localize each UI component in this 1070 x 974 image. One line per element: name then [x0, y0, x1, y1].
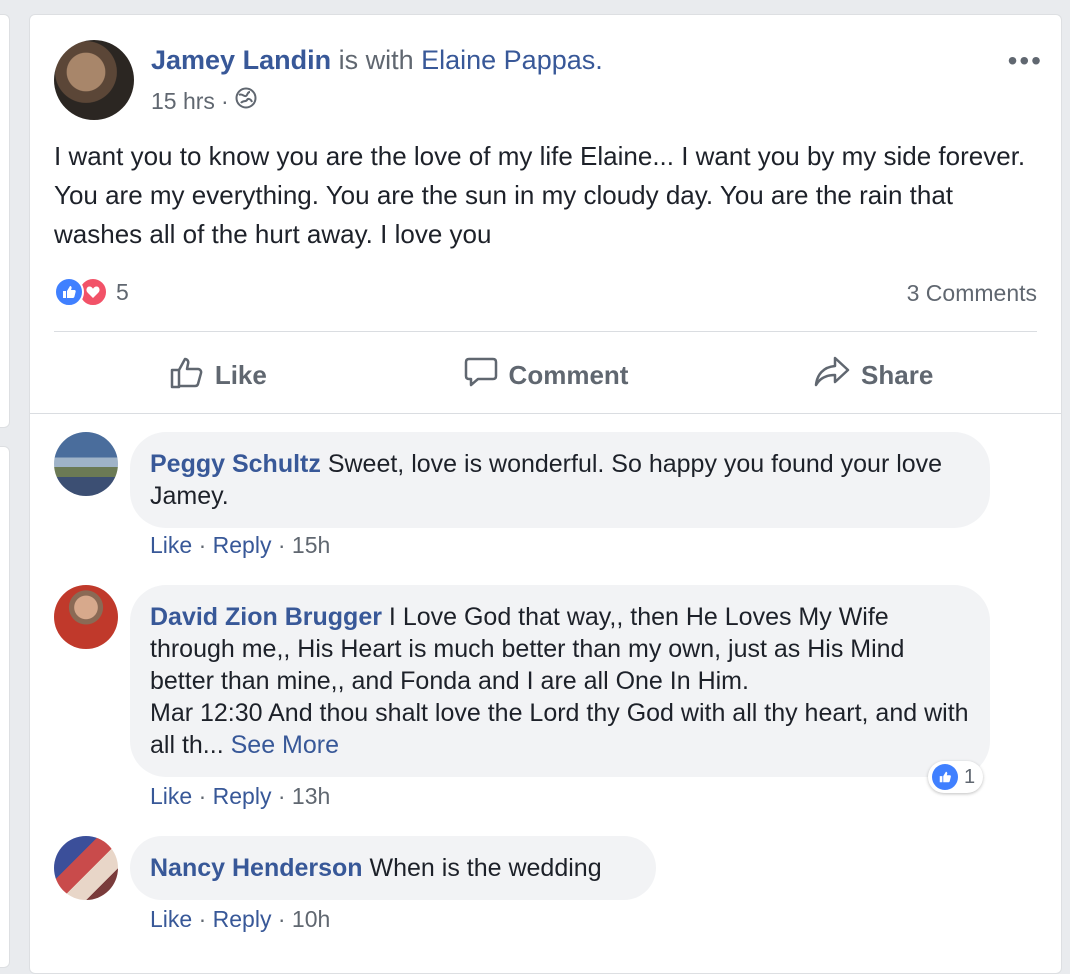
- sep-dot: ·: [198, 906, 207, 932]
- globe-icon[interactable]: [235, 87, 257, 115]
- author-avatar[interactable]: [54, 40, 134, 120]
- comment-like-link[interactable]: Like: [150, 906, 192, 932]
- post-header: Jamey Landin is with Elaine Pappas.: [151, 45, 603, 76]
- comment-bubble-icon: [463, 354, 499, 397]
- more-options-button[interactable]: •••: [1008, 45, 1043, 77]
- comment-button[interactable]: Comment: [382, 345, 710, 405]
- comment-reaction-badge[interactable]: 1: [928, 761, 984, 793]
- comment-reply-link[interactable]: Reply: [213, 906, 272, 932]
- post-card: Jamey Landin is with Elaine Pappas. 15 h…: [29, 14, 1062, 974]
- comment-actions: Like · Reply · 15h: [150, 532, 330, 559]
- reaction-count: 5: [116, 278, 129, 305]
- comment-time[interactable]: 15h: [292, 532, 330, 558]
- comment-reaction-count: 1: [964, 765, 976, 788]
- thumbs-up-icon: [169, 354, 205, 397]
- comment-reply-link[interactable]: Reply: [213, 532, 272, 558]
- comment-reply-link[interactable]: Reply: [213, 783, 272, 809]
- comment-item: David Zion Brugger I Love God that way,,…: [54, 585, 1034, 815]
- reactions-summary[interactable]: 5: [54, 277, 129, 307]
- comment-actions: Like · Reply · 10h: [150, 906, 330, 933]
- adjacent-card-edge: [0, 14, 10, 428]
- commenter-avatar[interactable]: [54, 585, 118, 649]
- comment-like-link[interactable]: Like: [150, 783, 192, 809]
- sep-dot: ·: [277, 783, 286, 809]
- adjacent-card-edge-lower: [0, 446, 10, 968]
- sep-dot: ·: [198, 783, 207, 809]
- comment-text: When is the wedding: [369, 854, 602, 882]
- commenter-name[interactable]: Nancy Henderson: [150, 854, 363, 882]
- divider: [30, 413, 1061, 414]
- post-actions: Like Comment Share: [54, 345, 1037, 405]
- comment-actions: Like · Reply · 13h: [150, 783, 330, 810]
- sep-dot: ·: [198, 532, 207, 558]
- share-label: Share: [861, 359, 934, 390]
- like-label: Like: [214, 359, 267, 390]
- like-reaction-icon: [54, 277, 84, 307]
- comment-label: Comment: [508, 359, 629, 390]
- author-name[interactable]: Jamey Landin: [151, 45, 331, 75]
- share-arrow-icon: [813, 354, 851, 397]
- commenter-avatar[interactable]: [54, 432, 118, 496]
- like-button[interactable]: Like: [54, 345, 382, 405]
- header-period: .: [595, 45, 603, 75]
- post-text: I want you to know you are the love of m…: [54, 141, 1026, 249]
- like-reaction-icon: [932, 764, 958, 790]
- sep-dot: ·: [277, 532, 286, 558]
- divider: [54, 331, 1037, 332]
- post-timestamp[interactable]: 15 hrs: [151, 88, 215, 115]
- comment-time[interactable]: 13h: [292, 783, 330, 809]
- with-text: is with: [338, 45, 414, 75]
- see-more-link[interactable]: See More: [231, 731, 339, 759]
- commenter-name[interactable]: David Zion Brugger: [150, 603, 382, 631]
- comment-time[interactable]: 10h: [292, 906, 330, 932]
- commenter-name[interactable]: Peggy Schultz: [150, 450, 321, 478]
- comment-item: Peggy Schultz Sweet, love is wonderful. …: [54, 432, 1034, 562]
- meta-dot: ·: [220, 87, 229, 114]
- comment-bubble: David Zion Brugger I Love God that way,,…: [130, 585, 990, 777]
- share-button[interactable]: Share: [709, 345, 1037, 405]
- sep-dot: ·: [277, 906, 286, 932]
- comment-item: Nancy Henderson When is the wedding Like…: [54, 836, 1034, 946]
- comments-count-link[interactable]: 3 Comments: [907, 280, 1037, 307]
- post-meta: 15 hrs ·: [151, 87, 257, 115]
- commenter-avatar[interactable]: [54, 836, 118, 900]
- comment-bubble: Nancy Henderson When is the wedding: [130, 836, 656, 900]
- tagged-person[interactable]: Elaine Pappas: [421, 45, 595, 75]
- comment-bubble: Peggy Schultz Sweet, love is wonderful. …: [130, 432, 990, 528]
- comment-like-link[interactable]: Like: [150, 532, 192, 558]
